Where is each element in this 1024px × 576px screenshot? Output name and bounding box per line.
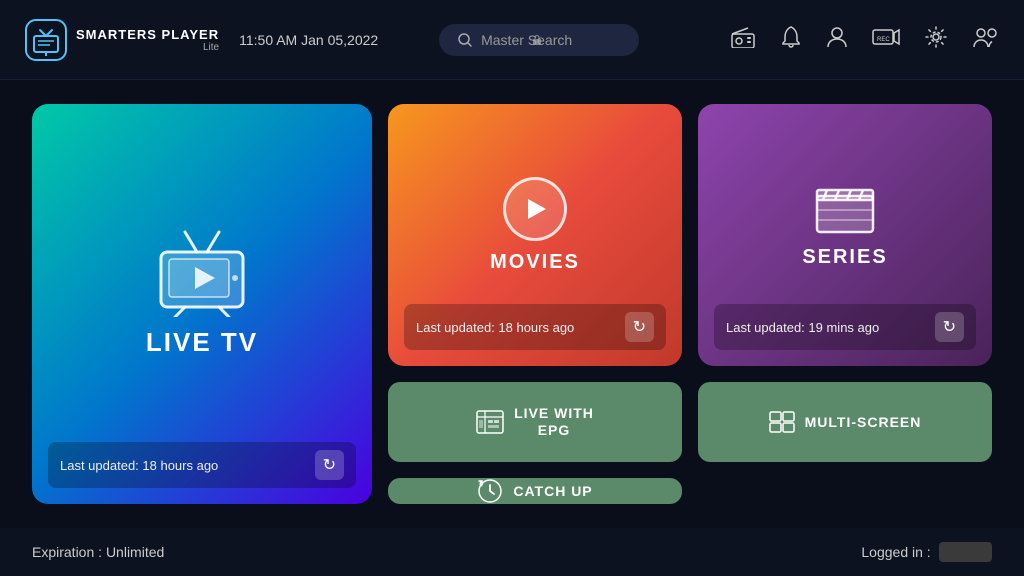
logged-in-value: •••••• [939, 542, 992, 562]
logged-in-text: Logged in : •••••• [861, 542, 992, 562]
live-tv-update-bar: Last updated: 18 hours ago ↻ [48, 442, 356, 488]
switch-user-icon[interactable] [972, 25, 1000, 55]
datetime: 11:50 AM Jan 05,2022 [239, 32, 419, 48]
live-epg-label: LIVE WITH EPG [514, 405, 594, 439]
search-icon [457, 32, 473, 48]
search-bar[interactable]: Master Search [439, 24, 639, 56]
live-tv-refresh-button[interactable]: ↻ [315, 450, 344, 480]
search-placeholder: Master Search [481, 32, 572, 48]
movies-play-icon [503, 177, 567, 241]
multi-screen-label: MULTI-SCREEN [805, 414, 922, 431]
lock-icon [530, 33, 544, 47]
epg-icon [476, 410, 504, 434]
user-icon[interactable] [826, 25, 848, 55]
logo-icon [24, 18, 68, 62]
movies-update-text: Last updated: 18 hours ago [416, 320, 574, 335]
series-card[interactable]: SERIES Last updated: 19 mins ago ↻ [698, 104, 992, 366]
series-update-text: Last updated: 19 mins ago [726, 320, 879, 335]
live-tv-card[interactable]: LIVE TV Last updated: 18 hours ago ↻ [32, 104, 372, 504]
series-clapper-icon [813, 182, 877, 236]
movies-refresh-button[interactable]: ↻ [625, 312, 654, 342]
catchup-icon [477, 478, 503, 504]
right-grid: MOVIES Last updated: 18 hours ago ↻ [388, 104, 992, 504]
expiration-text: Expiration : Unlimited [32, 544, 164, 560]
record-icon[interactable]: REC [872, 27, 900, 53]
settings-icon[interactable] [924, 25, 948, 55]
catch-up-button[interactable]: CATCH UP [388, 478, 682, 504]
logo-text: SMARTERS PLAYER Lite [76, 27, 219, 53]
live-tv-label: LIVE TV [146, 327, 258, 358]
movies-card[interactable]: MOVIES Last updated: 18 hours ago ↻ [388, 104, 682, 366]
svg-text:REC: REC [877, 37, 890, 43]
bell-icon[interactable] [780, 25, 802, 55]
logo-lite-text: Lite [76, 42, 219, 53]
header: SMARTERS PLAYER Lite 11:50 AM Jan 05,202… [0, 0, 1024, 80]
catch-up-label: CATCH UP [513, 483, 592, 500]
series-update-bar: Last updated: 19 mins ago ↻ [714, 304, 976, 350]
series-refresh-button[interactable]: ↻ [935, 312, 964, 342]
header-icons: REC [730, 25, 1000, 55]
live-tv-icon [147, 227, 257, 317]
expiration-value: Unlimited [106, 544, 164, 560]
movies-update-bar: Last updated: 18 hours ago ↻ [404, 304, 666, 350]
radio-icon[interactable] [730, 26, 756, 54]
live-epg-button[interactable]: LIVE WITH EPG [388, 382, 682, 462]
logo-main-text: SMARTERS PLAYER [76, 27, 219, 42]
footer: Expiration : Unlimited Logged in : •••••… [0, 528, 1024, 576]
multi-screen-icon [769, 411, 795, 433]
multi-screen-button[interactable]: MULTI-SCREEN [698, 382, 992, 462]
live-tv-update-text: Last updated: 18 hours ago [60, 458, 218, 473]
series-label: SERIES [802, 246, 887, 269]
logo: SMARTERS PLAYER Lite [24, 18, 219, 62]
movies-label: MOVIES [490, 251, 580, 274]
main-content: LIVE TV Last updated: 18 hours ago ↻ MOV… [0, 80, 1024, 528]
